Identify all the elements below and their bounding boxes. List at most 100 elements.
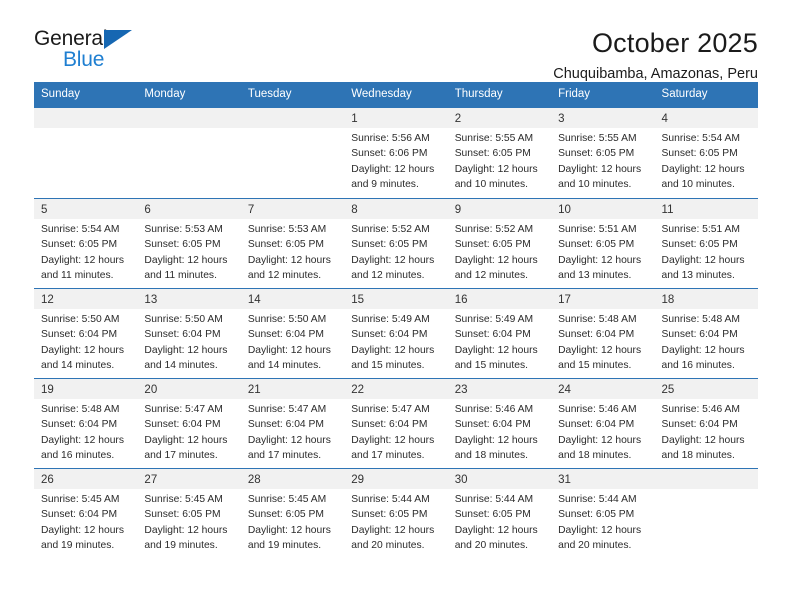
day-cell-24[interactable]: 24 Sunrise: 5:46 AM Sunset: 6:04 PM Dayl… [551, 378, 655, 468]
week-row: 12 Sunrise: 5:50 AM Sunset: 6:04 PM Dayl… [34, 287, 758, 378]
day-cell-5[interactable]: 5 Sunrise: 5:54 AM Sunset: 6:05 PM Dayli… [34, 198, 138, 288]
day-cell-25[interactable]: 25 Sunrise: 5:46 AM Sunset: 6:04 PM Dayl… [654, 378, 758, 468]
daylight-text-line2: and 18 minutes. [558, 450, 632, 462]
day-details: Sunrise: 5:46 AM Sunset: 6:04 PM Dayligh… [448, 399, 551, 465]
day-number: 14 [240, 288, 345, 309]
calendar-weeks: 1 Sunrise: 5:56 AM Sunset: 6:06 PM Dayli… [34, 107, 758, 558]
day-details: Sunrise: 5:46 AM Sunset: 6:04 PM Dayligh… [551, 399, 654, 465]
day-number: 4 [654, 107, 758, 128]
day-cell-18[interactable]: 18 Sunrise: 5:48 AM Sunset: 6:04 PM Dayl… [654, 288, 758, 378]
day-cell-9[interactable]: 9 Sunrise: 5:52 AM Sunset: 6:05 PM Dayli… [447, 198, 552, 288]
day-cell-14[interactable]: 14 Sunrise: 5:50 AM Sunset: 6:04 PM Dayl… [240, 288, 345, 378]
day-details: Sunrise: 5:47 AM Sunset: 6:04 PM Dayligh… [137, 399, 240, 465]
daylight-text-line1: Daylight: 12 hours [661, 434, 745, 446]
day-cell-16[interactable]: 16 Sunrise: 5:49 AM Sunset: 6:04 PM Dayl… [447, 288, 552, 378]
daylight-text-line2: and 12 minutes. [454, 270, 528, 282]
day-number: 6 [137, 198, 241, 219]
day-cell-1[interactable]: 1 Sunrise: 5:56 AM Sunset: 6:06 PM Dayli… [344, 107, 448, 198]
sunrise-text: Sunrise: 5:53 AM [247, 223, 327, 235]
day-cell-17[interactable]: 17 Sunrise: 5:48 AM Sunset: 6:04 PM Dayl… [551, 288, 655, 378]
day-number: 11 [654, 198, 758, 219]
sunrise-text: Sunrise: 5:45 AM [144, 493, 223, 505]
daylight-text-line2: and 9 minutes. [351, 179, 419, 191]
sunrise-text: Sunrise: 5:47 AM [351, 403, 430, 415]
sunset-text: Sunset: 6:05 PM [351, 239, 428, 251]
day-number: 30 [447, 468, 552, 489]
daylight-text-line2: and 19 minutes. [247, 540, 322, 552]
daylight-text-line1: Daylight: 12 hours [454, 344, 538, 356]
week-row: 19 Sunrise: 5:48 AM Sunset: 6:04 PM Dayl… [34, 377, 758, 468]
title-block: October 2025 Chuquibamba, Amazonas, Peru [553, 28, 758, 84]
day-cell-2[interactable]: 2 Sunrise: 5:55 AM Sunset: 6:05 PM Dayli… [447, 107, 552, 198]
daylight-text-line1: Daylight: 12 hours [41, 254, 124, 266]
weekday-header-sunday: Sunday [41, 88, 81, 100]
sunset-text: Sunset: 6:04 PM [661, 329, 738, 341]
day-details: Sunrise: 5:44 AM Sunset: 6:05 PM Dayligh… [551, 489, 654, 555]
daylight-text-line2: and 20 minutes. [454, 540, 528, 552]
day-details: Sunrise: 5:52 AM Sunset: 6:05 PM Dayligh… [448, 219, 551, 285]
weekday-header-row: Sunday Monday Tuesday Wednesday Thursday… [34, 82, 758, 108]
sunset-text: Sunset: 6:05 PM [247, 509, 324, 521]
day-cell-12[interactable]: 12 Sunrise: 5:50 AM Sunset: 6:04 PM Dayl… [34, 288, 138, 378]
day-number: 2 [447, 107, 552, 128]
day-cell-22[interactable]: 22 Sunrise: 5:47 AM Sunset: 6:04 PM Dayl… [344, 378, 448, 468]
sunrise-text: Sunrise: 5:56 AM [351, 132, 430, 144]
daylight-text-line2: and 11 minutes. [144, 270, 217, 282]
day-number: 9 [447, 198, 552, 219]
day-cell-28[interactable]: 28 Sunrise: 5:45 AM Sunset: 6:05 PM Dayl… [240, 468, 345, 558]
daylight-text-line1: Daylight: 12 hours [558, 344, 642, 356]
day-cell-23[interactable]: 23 Sunrise: 5:46 AM Sunset: 6:04 PM Dayl… [447, 378, 552, 468]
daylight-text-line2: and 11 minutes. [41, 270, 114, 282]
day-details [655, 489, 758, 492]
day-cell-3[interactable]: 3 Sunrise: 5:55 AM Sunset: 6:05 PM Dayli… [551, 107, 655, 198]
day-cell-8[interactable]: 8 Sunrise: 5:52 AM Sunset: 6:05 PM Dayli… [344, 198, 448, 288]
calendar-page: General Blue October 2025 Chuquibamba, A… [0, 0, 792, 612]
weekday-header-wednesday: Wednesday [351, 88, 412, 100]
sunrise-text: Sunrise: 5:52 AM [454, 223, 534, 235]
day-cell-31[interactable]: 31 Sunrise: 5:44 AM Sunset: 6:05 PM Dayl… [551, 468, 655, 558]
day-cell-13[interactable]: 13 Sunrise: 5:50 AM Sunset: 6:04 PM Dayl… [137, 288, 241, 378]
day-cell-29[interactable]: 29 Sunrise: 5:44 AM Sunset: 6:05 PM Dayl… [344, 468, 448, 558]
sunrise-text: Sunrise: 5:45 AM [41, 493, 120, 505]
general-blue-logo[interactable]: General Blue [34, 28, 154, 74]
daylight-text-line2: and 10 minutes. [454, 179, 528, 191]
day-number: 15 [344, 288, 448, 309]
sunset-text: Sunset: 6:05 PM [558, 509, 635, 521]
day-details: Sunrise: 5:51 AM Sunset: 6:05 PM Dayligh… [655, 219, 758, 285]
day-details [241, 128, 344, 131]
day-cell-4[interactable]: 4 Sunrise: 5:54 AM Sunset: 6:05 PM Dayli… [654, 107, 758, 198]
week-row: 26 Sunrise: 5:45 AM Sunset: 6:04 PM Dayl… [34, 467, 758, 558]
day-cell-7[interactable]: 7 Sunrise: 5:53 AM Sunset: 6:05 PM Dayli… [240, 198, 345, 288]
day-number: 29 [344, 468, 448, 489]
daylight-text-line1: Daylight: 12 hours [247, 434, 331, 446]
day-number: 26 [34, 468, 138, 489]
day-cell-26[interactable]: 26 Sunrise: 5:45 AM Sunset: 6:04 PM Dayl… [34, 468, 138, 558]
day-cell-27[interactable]: 27 Sunrise: 5:45 AM Sunset: 6:05 PM Dayl… [137, 468, 241, 558]
daylight-text-line1: Daylight: 12 hours [351, 434, 435, 446]
weekday-header-thursday: Thursday [454, 88, 503, 100]
weekday-header-tuesday: Tuesday [247, 88, 292, 100]
day-number: 8 [344, 198, 448, 219]
day-cell-11[interactable]: 11 Sunrise: 5:51 AM Sunset: 6:05 PM Dayl… [654, 198, 758, 288]
daylight-text-line2: and 17 minutes. [144, 450, 218, 462]
daylight-text-line1: Daylight: 12 hours [41, 344, 124, 356]
day-cell-empty [137, 107, 241, 198]
daylight-text-line1: Daylight: 12 hours [41, 524, 124, 536]
day-details: Sunrise: 5:45 AM Sunset: 6:04 PM Dayligh… [34, 489, 137, 555]
day-cell-30[interactable]: 30 Sunrise: 5:44 AM Sunset: 6:05 PM Dayl… [447, 468, 552, 558]
daylight-text-line1: Daylight: 12 hours [247, 254, 331, 266]
sunrise-text: Sunrise: 5:46 AM [454, 403, 534, 415]
sunset-text: Sunset: 6:04 PM [41, 329, 118, 341]
sunrise-text: Sunrise: 5:53 AM [144, 223, 223, 235]
day-cell-21[interactable]: 21 Sunrise: 5:47 AM Sunset: 6:04 PM Dayl… [240, 378, 345, 468]
day-cell-20[interactable]: 20 Sunrise: 5:47 AM Sunset: 6:04 PM Dayl… [137, 378, 241, 468]
day-cell-19[interactable]: 19 Sunrise: 5:48 AM Sunset: 6:04 PM Dayl… [34, 378, 138, 468]
day-cell-10[interactable]: 10 Sunrise: 5:51 AM Sunset: 6:05 PM Dayl… [551, 198, 655, 288]
daylight-text-line2: and 15 minutes. [558, 360, 632, 372]
day-cell-6[interactable]: 6 Sunrise: 5:53 AM Sunset: 6:05 PM Dayli… [137, 198, 241, 288]
sunset-text: Sunset: 6:04 PM [41, 419, 118, 431]
day-cell-15[interactable]: 15 Sunrise: 5:49 AM Sunset: 6:04 PM Dayl… [344, 288, 448, 378]
daylight-text-line1: Daylight: 12 hours [558, 163, 642, 175]
day-details: Sunrise: 5:48 AM Sunset: 6:04 PM Dayligh… [34, 399, 137, 465]
daylight-text-line1: Daylight: 12 hours [454, 434, 538, 446]
